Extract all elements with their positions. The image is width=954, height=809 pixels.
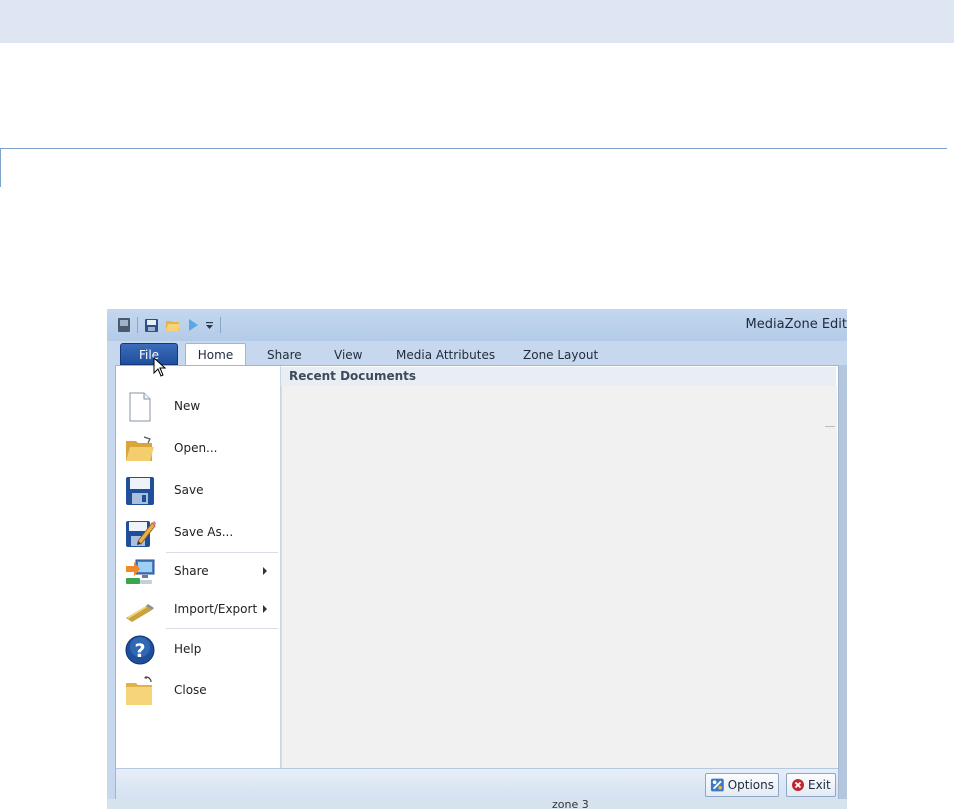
exit-icon <box>792 779 804 791</box>
mouse-cursor-icon <box>153 357 167 377</box>
options-button[interactable]: Options <box>705 773 779 797</box>
menu-item-help[interactable]: ? Help <box>116 630 280 668</box>
menu-item-open[interactable]: Open... <box>116 429 280 467</box>
options-label: Options <box>727 778 774 792</box>
menu-item-label: Close <box>174 683 207 697</box>
horizontal-rule <box>0 148 947 149</box>
menu-item-label: Save As... <box>174 525 234 539</box>
menu-item-label: Share <box>174 564 209 578</box>
quick-access-toolbar <box>117 316 221 334</box>
file-menu-commands: New Open... Save Save As... Share Import… <box>116 366 281 768</box>
tab-home[interactable]: Home <box>185 343 246 366</box>
recent-documents-header: Recent Documents <box>281 367 836 387</box>
window-title: MediaZone Edit <box>745 317 847 332</box>
customize-dropdown-icon[interactable] <box>205 320 214 330</box>
exit-label: Exit <box>808 778 831 792</box>
tab-view[interactable]: View <box>334 345 362 365</box>
menu-item-label: Help <box>174 642 202 656</box>
qat-separator <box>137 317 138 333</box>
tab-share[interactable]: Share <box>267 345 302 365</box>
import-export-icon <box>126 604 154 622</box>
options-icon <box>710 778 724 792</box>
help-icon: ? <box>125 635 155 665</box>
exit-button[interactable]: Exit <box>786 773 836 797</box>
app-icon[interactable] <box>117 317 131 333</box>
file-backstage-menu: New Open... Save Save As... Share Import… <box>115 365 839 800</box>
close-folder-icon <box>126 676 152 705</box>
menu-item-label: Open... <box>174 441 218 455</box>
menu-item-label: New <box>174 399 201 413</box>
pin-marker <box>825 426 835 427</box>
recent-documents-list <box>281 386 837 768</box>
open-folder-icon[interactable] <box>165 318 181 332</box>
menu-item-label: Save <box>174 483 204 497</box>
menu-item-label: Import/Export <box>174 602 258 616</box>
share-icon <box>126 559 155 584</box>
menu-item-new[interactable]: New <box>116 387 280 425</box>
background-zone-strip: zone 3 <box>107 798 847 809</box>
menu-separator <box>166 628 278 629</box>
tab-file[interactable]: File <box>120 343 178 365</box>
menu-item-save[interactable]: Save <box>116 471 280 509</box>
play-icon[interactable] <box>187 318 199 332</box>
menu-item-close[interactable]: Close <box>116 671 280 709</box>
zone-label: zone 3 <box>552 798 589 809</box>
svg-text:?: ? <box>134 640 145 662</box>
new-document-icon <box>129 392 151 422</box>
vertical-rule <box>0 148 1 187</box>
tab-zone-layout[interactable]: Zone Layout <box>523 345 598 365</box>
save-as-icon <box>126 521 156 547</box>
background-content-edge <box>839 365 847 799</box>
submenu-arrow-icon <box>263 605 267 613</box>
save-icon[interactable] <box>144 318 159 333</box>
ribbon-tabs: File Home Share View Media Attributes Zo… <box>107 341 847 366</box>
top-band <box>0 0 954 43</box>
submenu-arrow-icon <box>263 567 267 575</box>
save-icon <box>126 477 154 505</box>
menu-item-import-export[interactable]: Import/Export <box>116 590 280 628</box>
menu-item-share[interactable]: Share <box>116 552 280 590</box>
backstage-footer: Options Exit <box>116 768 838 800</box>
app-window: MediaZone Edit File Home Share View Medi… <box>107 309 847 809</box>
title-bar: MediaZone Edit <box>107 309 847 341</box>
recent-documents-title: Recent Documents <box>289 369 417 383</box>
menu-item-save-as[interactable]: Save As... <box>116 513 280 551</box>
qat-separator <box>220 317 221 333</box>
tab-media-attributes[interactable]: Media Attributes <box>396 345 495 365</box>
open-folder-icon <box>126 436 154 461</box>
